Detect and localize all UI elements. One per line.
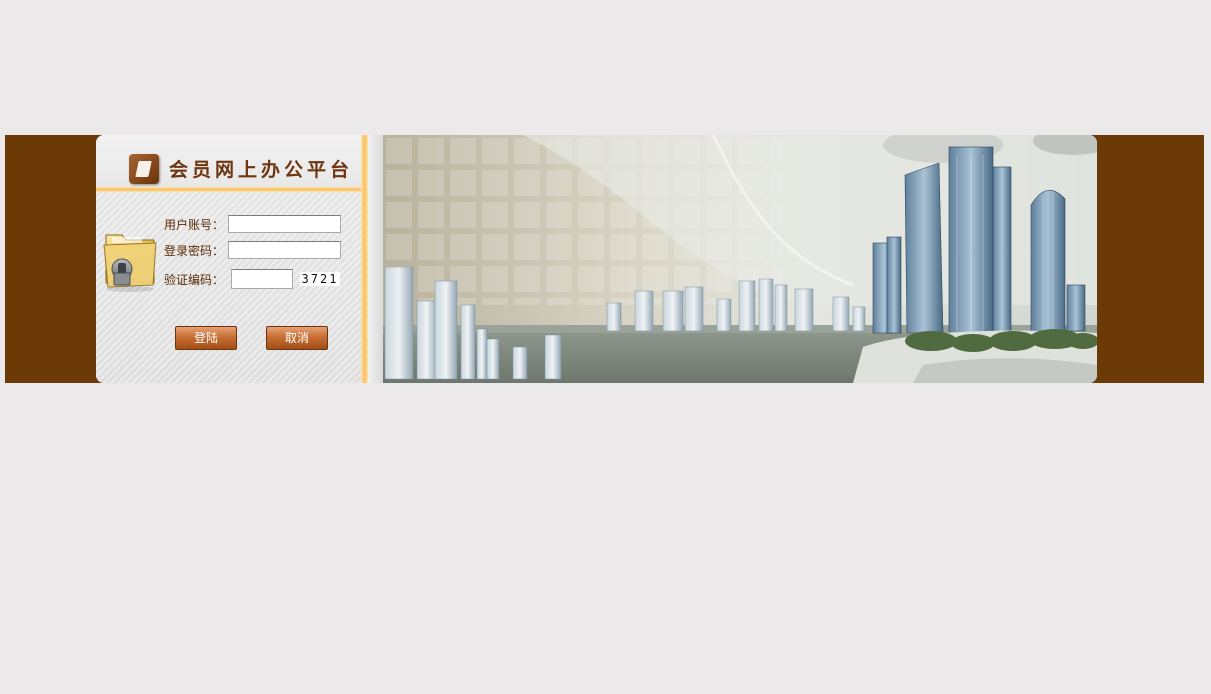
username-row: 用户账号： [164,213,341,235]
username-input[interactable] [228,215,341,233]
login-panel: 会员网上办公平台 用户账号： 登录密码： 验证编码： 3721 登陆 取消 [96,135,383,383]
panel-divider-shadow [368,135,383,383]
password-input[interactable] [228,241,341,259]
password-row: 登录密码： [164,239,341,261]
document-icon [129,154,159,184]
captcha-input[interactable] [231,269,293,289]
page-title: 会员网上办公平台 [169,159,354,181]
cancel-button[interactable]: 取消 [266,326,328,350]
captcha-row: 验证编码： 3721 [164,268,340,290]
captcha-label: 验证编码： [164,272,225,287]
login-card: 会员网上办公平台 用户账号： 登录密码： 验证编码： 3721 登陆 取消 [96,135,1097,383]
password-label: 登录密码： [164,243,225,258]
captcha-image[interactable]: 3721 [300,272,340,286]
username-label: 用户账号： [164,217,225,232]
folder-lock-icon [103,234,157,292]
cityscape-banner [383,135,1097,383]
header-divider [96,187,383,192]
login-button[interactable]: 登陆 [175,326,237,350]
cityscape-illustration [383,135,1097,383]
panel-divider [361,135,368,383]
